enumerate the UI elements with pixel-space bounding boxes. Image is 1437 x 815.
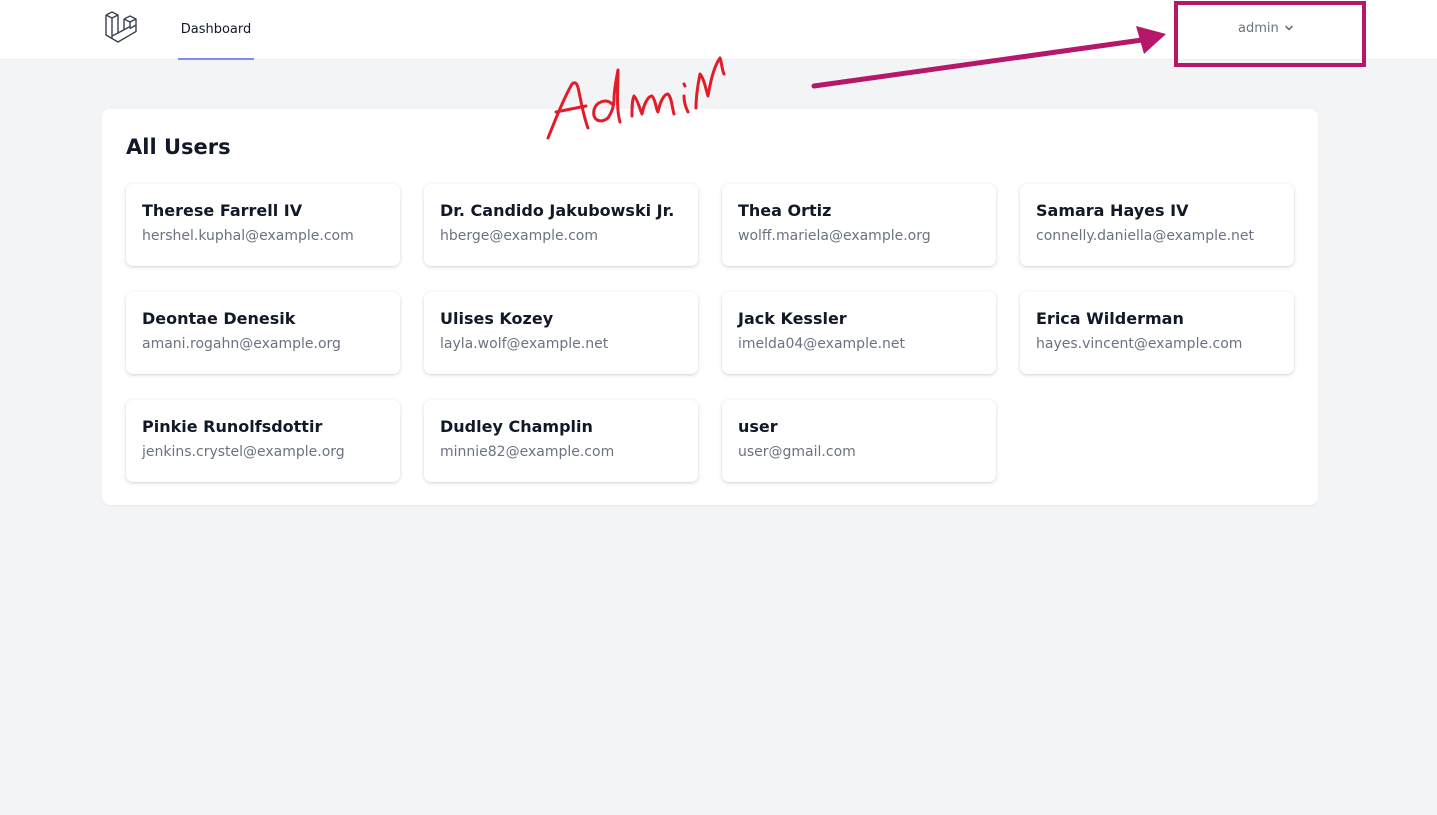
user-card[interactable]: Jack Kessler imelda04@example.net (722, 292, 996, 374)
chevron-down-icon (1284, 25, 1293, 31)
user-name: Dudley Champlin (440, 417, 593, 436)
user-card[interactable]: Thea Ortiz wolff.mariela@example.org (722, 184, 996, 266)
user-name: Erica Wilderman (1036, 309, 1184, 328)
user-email: wolff.mariela@example.org (738, 228, 931, 244)
user-email: jenkins.crystel@example.org (142, 444, 345, 460)
user-email: user@gmail.com (738, 444, 856, 460)
user-name: Ulises Kozey (440, 309, 554, 328)
user-card[interactable]: Deontae Denesik amani.rogahn@example.org (126, 292, 400, 374)
user-name: Thea Ortiz (738, 201, 832, 220)
user-card[interactable]: Erica Wilderman hayes.vincent@example.co… (1020, 292, 1294, 374)
user-card-grid: Therese Farrell IV hershel.kuphal@exampl… (126, 184, 1294, 482)
user-email: minnie82@example.com (440, 444, 615, 460)
user-name: Samara Hayes IV (1036, 201, 1189, 220)
all-users-panel: All Users Therese Farrell IV hershel.kup… (102, 109, 1318, 505)
user-email: connelly.daniella@example.net (1036, 228, 1255, 244)
user-card[interactable]: Samara Hayes IV connelly.daniella@exampl… (1020, 184, 1294, 266)
user-card[interactable]: Dr. Candido Jakubowski Jr. hberge@exampl… (424, 184, 698, 266)
user-card[interactable]: Ulises Kozey layla.wolf@example.net (424, 292, 698, 374)
user-card[interactable]: Dudley Champlin minnie82@example.com (424, 400, 698, 482)
user-name: user (738, 417, 778, 436)
user-name: Pinkie Runolfsdottir (142, 417, 323, 436)
page-title: All Users (126, 135, 231, 159)
user-name: Deontae Denesik (142, 309, 296, 328)
user-menu-label: admin (1238, 20, 1279, 36)
user-name: Jack Kessler (738, 309, 847, 328)
top-navigation: Dashboard admin (0, 0, 1437, 60)
user-card[interactable]: Therese Farrell IV hershel.kuphal@exampl… (126, 184, 400, 266)
user-name: Dr. Candido Jakubowski Jr. (440, 201, 675, 220)
nav-link-dashboard[interactable]: Dashboard (178, 0, 254, 60)
user-email: hershel.kuphal@example.com (142, 228, 354, 244)
laravel-logo-icon[interactable] (104, 11, 140, 45)
user-email: hberge@example.com (440, 228, 598, 244)
user-email: hayes.vincent@example.com (1036, 336, 1243, 352)
user-card[interactable]: user user@gmail.com (722, 400, 996, 482)
user-email: layla.wolf@example.net (440, 336, 609, 352)
user-email: amani.rogahn@example.org (142, 336, 341, 352)
user-name: Therese Farrell IV (142, 201, 303, 220)
user-menu-dropdown[interactable]: admin (1238, 17, 1294, 39)
user-email: imelda04@example.net (738, 336, 905, 352)
user-card[interactable]: Pinkie Runolfsdottir jenkins.crystel@exa… (126, 400, 400, 482)
